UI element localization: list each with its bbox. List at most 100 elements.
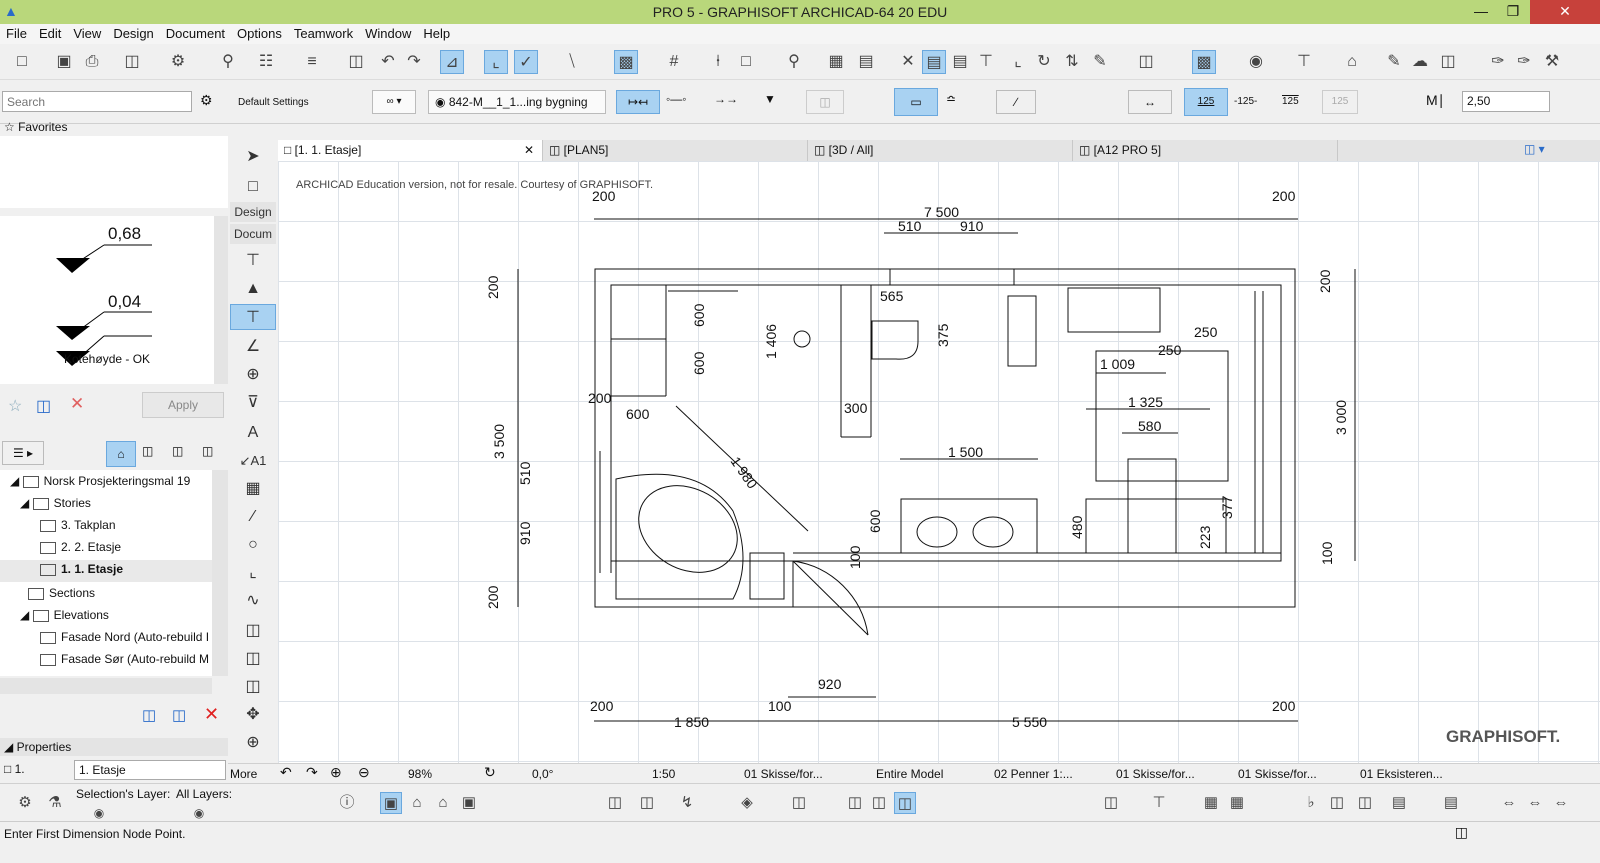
suspend-icon[interactable]: ▤: [854, 50, 878, 74]
pen-set[interactable]: 02 Penner 1:...: [994, 767, 1073, 781]
rotate-view-icon[interactable]: ↻: [484, 764, 496, 781]
grid-snap-icon[interactable]: #: [662, 50, 686, 74]
save-icon[interactable]: ▣: [52, 50, 76, 74]
tree-item[interactable]: 3. Takplan: [40, 518, 116, 532]
line-tool-icon[interactable]: ∕: [230, 504, 276, 530]
dim-marker-button[interactable]: ▼: [764, 92, 776, 106]
teamwork-icon[interactable]: ⚗: [44, 792, 66, 814]
layer-combination-3[interactable]: 01 Skisse/for...: [1238, 767, 1317, 781]
properties-header[interactable]: ◢ Properties: [0, 738, 228, 756]
book2-icon[interactable]: ◫: [868, 792, 890, 814]
selection-tool-icon[interactable]: ▩: [1192, 50, 1216, 74]
pen-icon[interactable]: ✑: [1486, 50, 1510, 74]
tree-item[interactable]: 2. 2. Etasje: [40, 540, 121, 554]
add-favorite-icon[interactable]: ☆: [8, 396, 22, 416]
measure-icon[interactable]: ⧹: [560, 50, 584, 74]
group-icon[interactable]: ▦: [824, 50, 848, 74]
stair-icon[interactable]: ⊤: [1148, 792, 1170, 814]
menu-file[interactable]: File: [0, 24, 33, 43]
render-icon[interactable]: ◫: [636, 792, 658, 814]
delete-view-icon[interactable]: ✕: [204, 704, 219, 725]
publish-icon[interactable]: ◫: [120, 50, 144, 74]
elevation-icon[interactable]: ⌂: [432, 792, 454, 814]
linear-dim-button[interactable]: ↦↤: [616, 90, 660, 114]
clone-view-icon[interactable]: ◫: [172, 706, 186, 724]
search-input[interactable]: [2, 91, 192, 112]
text-rotated-button[interactable]: 125: [1322, 90, 1358, 114]
draw-icon[interactable]: ✎: [1382, 50, 1406, 74]
favorites-list[interactable]: [0, 136, 228, 208]
tree-item[interactable]: Fasade Sør (Auto-rebuild M: [40, 652, 209, 666]
tab-plan5[interactable]: ◫ [PLAN5]: [543, 140, 808, 161]
menu-edit[interactable]: Edit: [33, 24, 67, 43]
organizer-icon[interactable]: ◫: [1100, 792, 1122, 814]
drawing-tool-icon[interactable]: ◫: [230, 646, 276, 672]
cloud-icon[interactable]: ☁: [1408, 50, 1432, 74]
window-icon[interactable]: □: [734, 50, 758, 74]
menu-options[interactable]: Options: [231, 24, 288, 43]
menu-help[interactable]: Help: [417, 24, 456, 43]
level-dim-tool-icon[interactable]: ▲: [230, 276, 276, 302]
text-above-button[interactable]: 125: [1184, 88, 1228, 116]
layer-settings-icon[interactable]: ⚙: [14, 792, 36, 814]
magic-icon[interactable]: ▤: [922, 50, 946, 74]
spline-tool-icon[interactable]: ∿: [230, 588, 276, 614]
shelf-icon[interactable]: ▦: [1200, 792, 1222, 814]
settings-gear-icon[interactable]: ⚙: [200, 92, 213, 109]
scale-value[interactable]: 1:50: [652, 767, 675, 781]
tree-elevations[interactable]: ◢ Elevations: [20, 608, 109, 622]
table-icon[interactable]: ▤: [1388, 792, 1410, 814]
redo-icon[interactable]: ↷: [402, 50, 426, 74]
mirror-icon[interactable]: ⇅: [1060, 50, 1084, 74]
more-button[interactable]: More: [230, 767, 257, 781]
box-icon[interactable]: ◫: [788, 792, 810, 814]
rotate-icon[interactable]: ↻: [1032, 50, 1056, 74]
trace-icon[interactable]: ⍿: [706, 50, 730, 74]
delete-favorite-icon[interactable]: ✕: [70, 394, 84, 414]
tab-3d[interactable]: ◫ [3D / All]: [808, 140, 1073, 161]
grid-tool-icon[interactable]: ⊕: [230, 730, 276, 756]
spacing-icon[interactable]: ⇔: [1550, 792, 1572, 814]
marker-tool-icon[interactable]: ⊽: [230, 390, 276, 416]
new-file-icon[interactable]: □: [10, 50, 34, 74]
detail-tool-icon[interactable]: ◫: [230, 674, 276, 700]
zoom-redo-icon[interactable]: ↷: [306, 764, 318, 781]
tab-a12[interactable]: ◫ [A12 PRO 5]: [1073, 140, 1338, 161]
menu-window[interactable]: Window: [359, 24, 417, 43]
schedule-icon[interactable]: ◫: [1326, 792, 1348, 814]
align-icon[interactable]: ⇔: [1498, 792, 1520, 814]
house-icon[interactable]: ⌂: [1340, 50, 1364, 74]
new-view-icon[interactable]: ◫: [142, 706, 156, 724]
floor-plan-icon[interactable]: ▣: [380, 792, 402, 814]
geometry-method-button[interactable]: ▭: [894, 88, 938, 116]
text-height-field[interactable]: 2,50: [1462, 91, 1550, 112]
distribute-icon[interactable]: ⇔: [1524, 792, 1546, 814]
find-icon[interactable]: ⚲: [216, 50, 240, 74]
guide-line-icon[interactable]: ⌞: [484, 50, 508, 74]
marker-icon[interactable]: ✑: [1512, 50, 1536, 74]
tab-1-etasje[interactable]: □ [1. 1. Etasje] ✕: [278, 140, 543, 161]
favorites-header[interactable]: ☆ Favorites: [4, 120, 67, 134]
minimize-icon[interactable]: —: [1464, 0, 1498, 24]
tree-item-selected[interactable]: 1. 1. Etasje: [0, 560, 212, 582]
section-icon[interactable]: ⊤: [1292, 50, 1316, 74]
grid-icon[interactable]: ▦: [1226, 792, 1248, 814]
worksheet-icon[interactable]: ▣: [458, 792, 480, 814]
circle-tool-icon[interactable]: ○: [230, 532, 276, 558]
text-tool-icon[interactable]: A: [230, 420, 276, 446]
design-section[interactable]: Design: [230, 202, 276, 222]
orient-button[interactable]: ◫: [806, 90, 844, 114]
lock-icon[interactable]: ⚲: [782, 50, 806, 74]
menu-view[interactable]: View: [67, 24, 107, 43]
globe-icon[interactable]: ◉: [1244, 50, 1268, 74]
layers-icon[interactable]: ☷: [254, 50, 278, 74]
check-snap-icon[interactable]: ✓: [514, 50, 538, 74]
angle-value[interactable]: 0,0°: [532, 767, 553, 781]
angle-dim-tool-icon[interactable]: ∠: [230, 334, 276, 360]
document-section[interactable]: Docum: [230, 224, 276, 244]
publisher-icon[interactable]: ◫: [202, 444, 213, 458]
panel-toggle-icon[interactable]: ◫: [1455, 824, 1468, 841]
dim-line-button[interactable]: ∕: [996, 90, 1036, 114]
teamwork-icon[interactable]: ⚙: [166, 50, 190, 74]
book-icon[interactable]: ◫: [844, 792, 866, 814]
